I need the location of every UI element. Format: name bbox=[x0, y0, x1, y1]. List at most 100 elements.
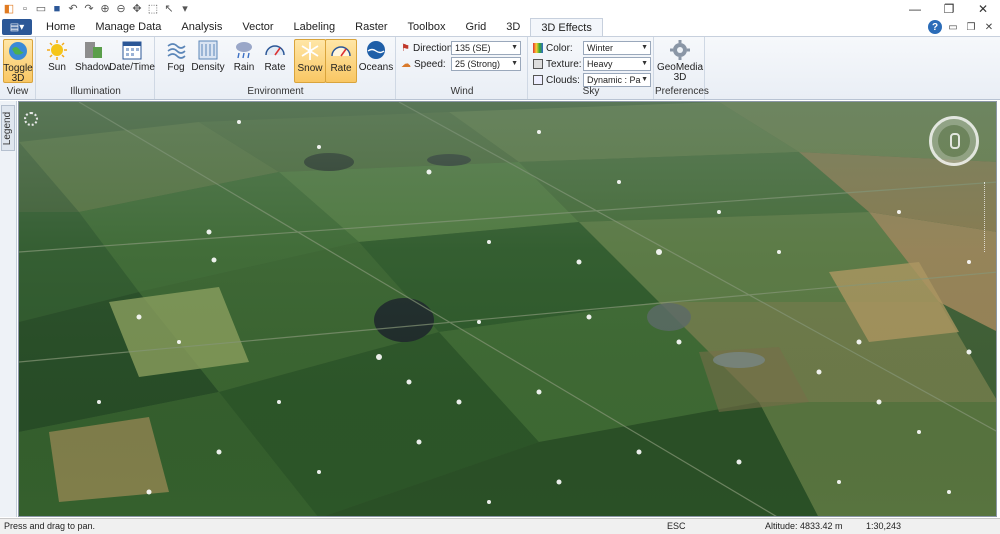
group-environment-label: Environment bbox=[247, 86, 304, 97]
chevron-down-icon: ▼ bbox=[641, 44, 648, 51]
wind-speed-label-wrap: ☁ Speed: bbox=[401, 59, 451, 70]
ribbon-right-icons: ? ▭ ❐ ✕ bbox=[928, 20, 996, 34]
select-icon[interactable]: ⬚ bbox=[146, 2, 160, 16]
fog-icon bbox=[165, 39, 187, 61]
fog-button[interactable]: Fog bbox=[160, 39, 192, 83]
redo-icon[interactable]: ↷ bbox=[82, 2, 96, 16]
sky-clouds-dropdown[interactable]: Dynamic : Parti ▼ bbox=[583, 73, 651, 87]
rain-button[interactable]: Rain bbox=[228, 39, 260, 83]
globe-icon bbox=[7, 40, 29, 62]
sun-position-icon[interactable] bbox=[24, 112, 38, 126]
app-logo-icon[interactable]: ◧ bbox=[2, 2, 16, 16]
datetime-button[interactable]: Date/Time bbox=[109, 39, 155, 83]
close-button[interactable]: ✕ bbox=[966, 0, 1000, 18]
rain-rate-label: Rate bbox=[264, 62, 286, 73]
tab-home[interactable]: Home bbox=[36, 18, 85, 36]
oceans-button[interactable]: Oceans bbox=[358, 39, 394, 83]
rain-rate-button[interactable]: Rate bbox=[259, 39, 291, 83]
sky-color-dropdown[interactable]: Winter ▼ bbox=[583, 41, 651, 55]
minimize-button[interactable]: — bbox=[898, 0, 932, 18]
group-wind: ⚑ Direction: 135 (SE) ▼ ☁ Speed: 25 (Str… bbox=[397, 37, 528, 99]
chevron-down-icon: ▼ bbox=[641, 76, 648, 83]
texture-icon bbox=[533, 59, 543, 69]
compass-needle-icon bbox=[950, 133, 960, 149]
tab-manage-data[interactable]: Manage Data bbox=[85, 18, 171, 36]
open-icon[interactable]: ▭ bbox=[34, 2, 48, 16]
sky-texture-dropdown[interactable]: Heavy ▼ bbox=[583, 57, 651, 71]
sky-color-label-wrap: Color: bbox=[533, 43, 583, 54]
tab-raster[interactable]: Raster bbox=[345, 18, 397, 36]
menu-icon: ▤▾ bbox=[9, 21, 25, 33]
dropdown-icon[interactable]: ▾ bbox=[178, 2, 192, 16]
zoom-out-icon[interactable]: ⊖ bbox=[114, 2, 128, 16]
wind-speed-icon: ☁ bbox=[401, 58, 411, 70]
geomedia-3d-button[interactable]: GeoMedia 3D bbox=[657, 39, 703, 83]
group-preferences-label: Preferences bbox=[655, 86, 709, 97]
toggle-3d-button[interactable]: Toggle 3D bbox=[3, 39, 33, 84]
wind-direction-label: Direction: bbox=[412, 42, 456, 54]
sky-texture-label-wrap: Texture: bbox=[533, 59, 583, 70]
wind-direction-dropdown[interactable]: 135 (SE) ▼ bbox=[451, 41, 521, 55]
datetime-label: Date/Time bbox=[109, 62, 155, 73]
sky-clouds-value: Dynamic : Parti bbox=[587, 75, 649, 85]
map-3d-view[interactable] bbox=[18, 101, 997, 517]
sky-texture-row: Texture: Heavy ▼ bbox=[533, 56, 651, 72]
tab-vector[interactable]: Vector bbox=[232, 18, 283, 36]
pointer-icon[interactable]: ↖ bbox=[162, 2, 176, 16]
tab-labeling[interactable]: Labeling bbox=[284, 18, 346, 36]
window-controls: — ❐ ✕ bbox=[898, 0, 1000, 18]
wind-direction-icon: ⚑ bbox=[401, 42, 410, 54]
sky-clouds-label-wrap: Clouds: bbox=[533, 75, 583, 86]
tab-3d[interactable]: 3D bbox=[496, 18, 530, 36]
fog-density-label: Density bbox=[191, 62, 225, 73]
clouds-icon bbox=[533, 75, 543, 85]
wind-direction-label-wrap: ⚑ Direction: bbox=[401, 42, 455, 54]
ribbon-restore-icon[interactable]: ❐ bbox=[964, 22, 978, 33]
status-altitude: Altitude: 4833.42 m bbox=[765, 521, 843, 531]
calendar-icon bbox=[121, 39, 143, 61]
save-icon[interactable]: ■ bbox=[50, 2, 64, 16]
restore-button[interactable]: ❐ bbox=[932, 0, 966, 18]
snow-button[interactable]: Snow bbox=[294, 39, 326, 83]
group-illumination-label: Illumination bbox=[70, 86, 121, 97]
sun-button[interactable]: Sun bbox=[41, 39, 73, 83]
quick-access-toolbar: ◧ ▫ ▭ ■ ↶ ↷ ⊕ ⊖ ✥ ⬚ ↖ ▾ bbox=[0, 2, 192, 16]
status-message: Press and drag to pan. bbox=[4, 521, 96, 531]
zoom-in-icon[interactable]: ⊕ bbox=[98, 2, 112, 16]
fog-density-button[interactable]: Density bbox=[190, 39, 226, 83]
gauge-icon bbox=[264, 39, 286, 61]
group-sky-label: Sky bbox=[582, 86, 600, 97]
legend-strip: Legend bbox=[0, 101, 17, 517]
sky-texture-value: Heavy bbox=[587, 59, 613, 69]
legend-tab[interactable]: Legend bbox=[1, 105, 15, 151]
ribbon-minimize-icon[interactable]: ▭ bbox=[946, 22, 960, 33]
rain-label: Rain bbox=[233, 62, 255, 73]
group-illumination: Sun Shadow Date/Time Illumination bbox=[37, 37, 155, 99]
tab-analysis[interactable]: Analysis bbox=[171, 18, 232, 36]
help-icon[interactable]: ? bbox=[928, 20, 942, 34]
tab-3d-effects[interactable]: 3D Effects bbox=[530, 18, 603, 36]
fog-label: Fog bbox=[167, 62, 185, 73]
undo-icon[interactable]: ↶ bbox=[66, 2, 80, 16]
pan-icon[interactable]: ✥ bbox=[130, 2, 144, 16]
ribbon-close-icon[interactable]: ✕ bbox=[982, 22, 996, 33]
wind-speed-dropdown[interactable]: 25 (Strong) ▼ bbox=[451, 57, 521, 71]
shadow-button[interactable]: Shadow bbox=[75, 39, 111, 83]
sun-label: Sun bbox=[48, 62, 66, 73]
wind-direction-value: 135 (SE) bbox=[455, 43, 491, 53]
compass-navigation-control[interactable] bbox=[929, 116, 979, 166]
group-environment: Fog Density Rain Rate Snow Rate Oceans E… bbox=[156, 37, 396, 99]
tab-toolbox[interactable]: Toolbox bbox=[398, 18, 456, 36]
status-scale: 1:30,243 bbox=[866, 521, 902, 531]
sun-icon bbox=[46, 39, 68, 61]
wind-direction-row: ⚑ Direction: 135 (SE) ▼ bbox=[401, 40, 521, 56]
sky-color-row: Color: Winter ▼ bbox=[533, 40, 651, 56]
new-icon[interactable]: ▫ bbox=[18, 2, 32, 16]
group-sky: Color: Winter ▼ Texture: Heavy ▼ Clouds: bbox=[529, 37, 654, 99]
tilt-slider[interactable] bbox=[984, 182, 988, 252]
ribbon-tab-row: ▤▾ Home Manage Data Analysis Vector Labe… bbox=[0, 18, 1000, 36]
wind-speed-label: Speed: bbox=[414, 58, 446, 70]
snow-rate-button[interactable]: Rate bbox=[325, 39, 357, 83]
file-menu-button[interactable]: ▤▾ bbox=[2, 19, 32, 35]
tab-grid[interactable]: Grid bbox=[455, 18, 496, 36]
